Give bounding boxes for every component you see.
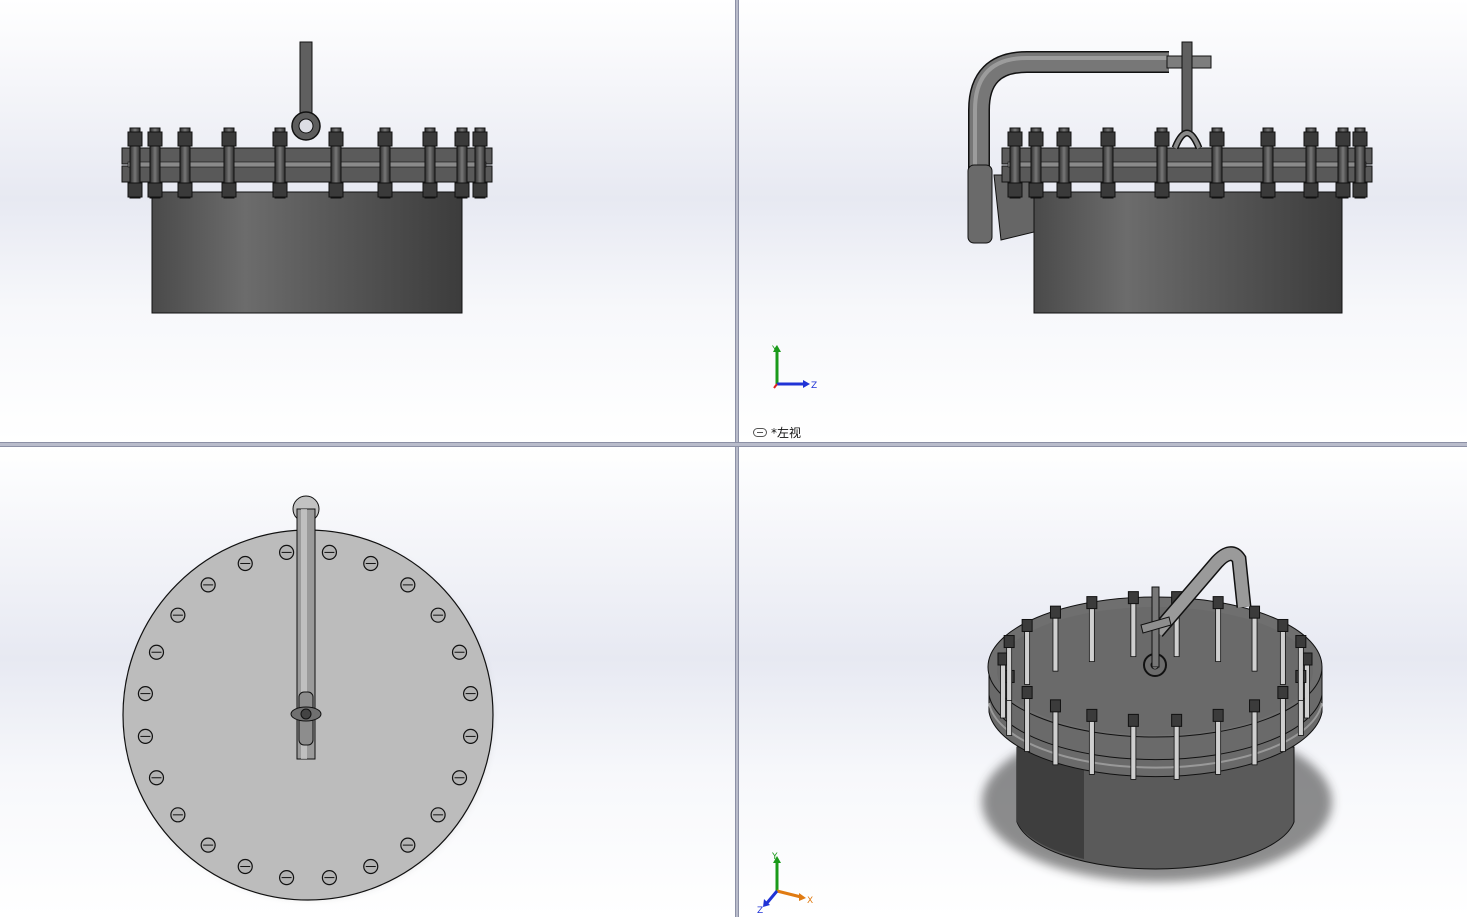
vessel-body bbox=[1033, 191, 1343, 314]
bolt-head bbox=[170, 807, 186, 823]
bolt-head bbox=[148, 644, 165, 660]
flange-lower bbox=[121, 165, 493, 183]
bolt bbox=[127, 127, 143, 199]
triad-z-label: Z bbox=[811, 381, 817, 391]
bolt-head bbox=[400, 577, 416, 593]
bolt-head bbox=[400, 837, 416, 853]
bolt bbox=[221, 127, 237, 199]
eyebolt-stem bbox=[299, 41, 313, 119]
bolt-head bbox=[363, 555, 379, 572]
bolt bbox=[422, 127, 438, 199]
bolt-head bbox=[148, 770, 165, 786]
bolt-head bbox=[462, 685, 479, 702]
bolt-head bbox=[278, 869, 295, 886]
front-view-drawing bbox=[121, 41, 493, 314]
vessel-body bbox=[151, 191, 463, 314]
bolt bbox=[472, 127, 488, 199]
bolt-head bbox=[321, 544, 338, 561]
bolt-head bbox=[200, 577, 216, 593]
view-name-text: *左视 bbox=[771, 426, 802, 440]
triad-x-label: X bbox=[807, 896, 813, 906]
bolt bbox=[1154, 127, 1170, 199]
bolt bbox=[1007, 127, 1023, 199]
bolt bbox=[1028, 127, 1044, 199]
bolt-head bbox=[237, 555, 253, 572]
coordinate-triad: Y Z bbox=[771, 345, 817, 391]
bolt bbox=[272, 127, 288, 199]
isometric-viewport[interactable]: Y X Z bbox=[739, 447, 1467, 917]
bolt-head bbox=[200, 837, 216, 853]
top-view-drawing bbox=[122, 495, 494, 901]
isometric-view-drawing bbox=[982, 546, 1332, 882]
bolt bbox=[177, 127, 193, 199]
eyebolt-stem bbox=[1181, 41, 1193, 133]
bolt bbox=[328, 127, 344, 199]
bolt bbox=[1056, 127, 1072, 199]
triad-y-label: Y bbox=[771, 852, 778, 862]
bolt-head bbox=[451, 644, 468, 660]
bolt bbox=[1100, 127, 1116, 199]
view-name-label: *左视 bbox=[753, 424, 801, 441]
bolt bbox=[1260, 127, 1276, 199]
bolt-head bbox=[237, 858, 253, 875]
bolt bbox=[1303, 127, 1319, 199]
bolt-head bbox=[137, 685, 154, 702]
bolt bbox=[1209, 127, 1225, 199]
bolt-head bbox=[170, 607, 186, 623]
bolt-head bbox=[451, 770, 468, 786]
link-icon bbox=[753, 428, 767, 437]
top-viewport[interactable] bbox=[0, 447, 735, 917]
bolt bbox=[1335, 127, 1351, 199]
bolt-head bbox=[137, 728, 154, 745]
bolt bbox=[454, 127, 470, 199]
bolt bbox=[1352, 127, 1368, 199]
front-viewport[interactable] bbox=[0, 0, 735, 442]
bolt-head bbox=[430, 607, 446, 623]
davit-post-sleeve bbox=[967, 164, 993, 244]
bolt-head bbox=[363, 858, 379, 875]
bolt bbox=[147, 127, 163, 199]
bolt-head bbox=[321, 869, 338, 886]
triad-y-label: Y bbox=[771, 345, 778, 355]
triad-z-label: Z bbox=[757, 906, 763, 916]
flange-upper bbox=[121, 147, 493, 165]
bolt-head bbox=[430, 807, 446, 823]
left-viewport[interactable]: Y Z *左视 bbox=[739, 0, 1467, 442]
coordinate-triad: Y X Z bbox=[757, 852, 813, 916]
bolt-head bbox=[462, 728, 479, 745]
bolt bbox=[377, 127, 393, 199]
left-view-drawing bbox=[967, 41, 1373, 314]
bolt-head bbox=[278, 544, 295, 561]
